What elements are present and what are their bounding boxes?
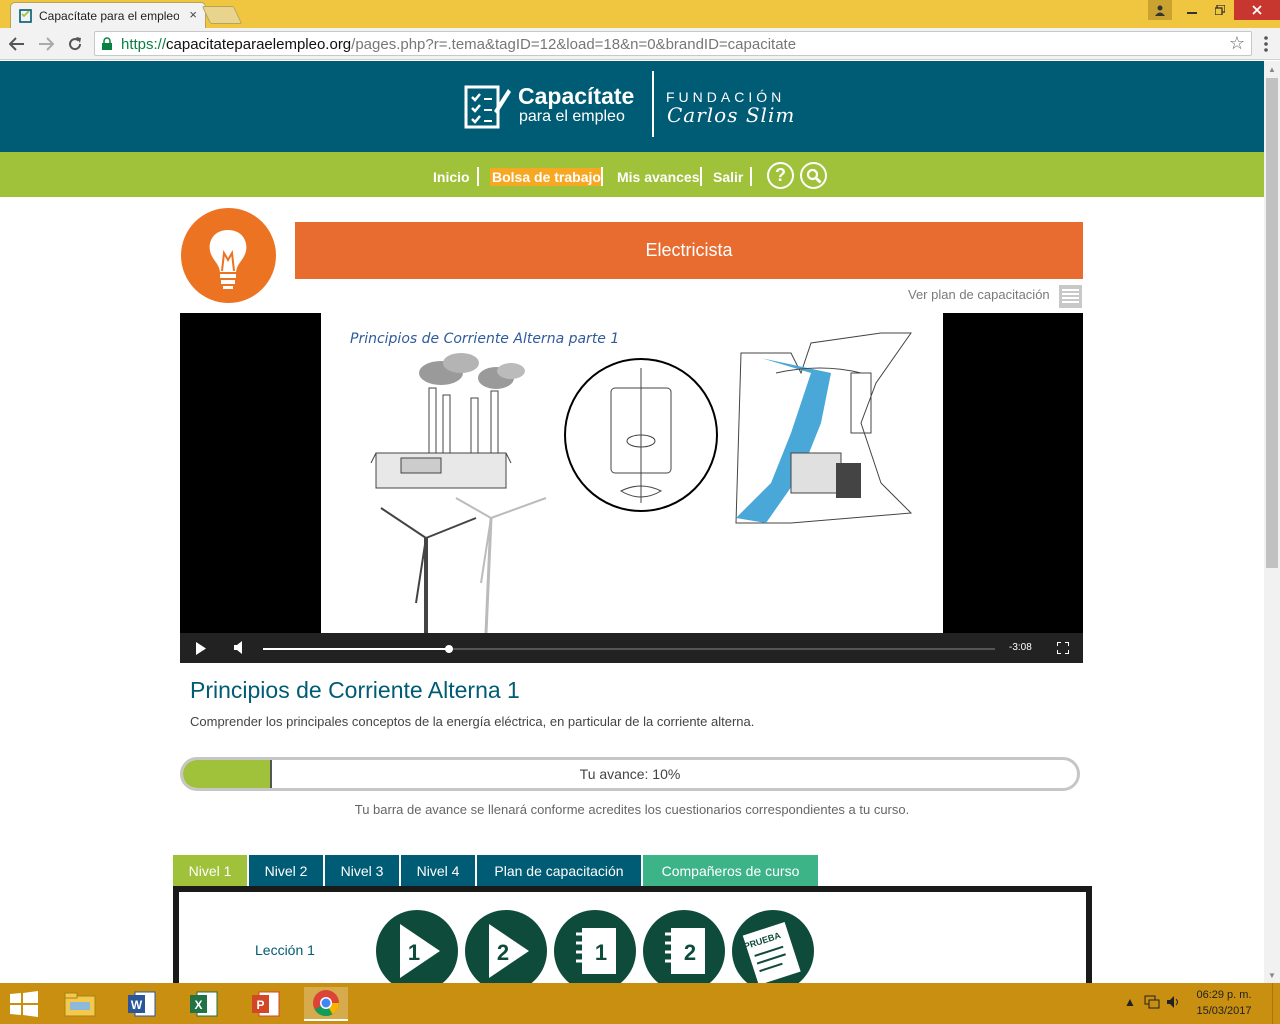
new-tab-button[interactable]	[201, 6, 243, 24]
nav-separator	[700, 167, 702, 186]
address-bar[interactable]: https://capacitateparaelempleo.org/pages…	[94, 31, 1252, 56]
nav-mis-avances[interactable]: Mis avances	[617, 169, 700, 185]
forward-icon[interactable]	[35, 33, 57, 55]
clock-time: 06:29 p. m.	[1196, 989, 1252, 1001]
tab-plan-de-capacitacion[interactable]: Plan de capacitación	[477, 855, 641, 886]
video-lesson-2-number: 2	[497, 940, 509, 965]
help-icon[interactable]: ?	[767, 162, 794, 189]
lock-icon	[102, 37, 112, 50]
main-nav: Inicio Bolsa de trabajo Mis avances Sali…	[0, 152, 1264, 197]
video-seek-bar[interactable]	[263, 645, 995, 653]
chrome-icon[interactable]	[304, 987, 348, 1021]
svg-text:P: P	[256, 998, 264, 1012]
list-menu-icon[interactable]	[1059, 285, 1082, 308]
page-scrollbar[interactable]: ▲ ▼	[1264, 61, 1280, 983]
video-played	[263, 648, 449, 650]
clock[interactable]: 06:29 p. m. 15/03/2017	[1196, 987, 1252, 1019]
browser-menu-icon[interactable]	[1258, 35, 1274, 53]
reload-icon[interactable]	[64, 33, 86, 55]
video-lesson-1-number: 1	[408, 940, 420, 965]
video-controls: -3:08	[180, 633, 1083, 663]
notebook-2-button[interactable]: 2	[643, 910, 725, 983]
speaker-icon[interactable]	[1166, 995, 1182, 1009]
search-icon[interactable]	[800, 162, 827, 189]
word-icon[interactable]: W	[120, 987, 164, 1021]
tab-nivel-3[interactable]: Nivel 3	[325, 855, 399, 886]
progress-label: Tu avance: 10%	[579, 766, 681, 782]
tab-title: Capacítate para el empleo	[39, 9, 179, 23]
nav-separator	[477, 167, 479, 186]
nav-salir[interactable]: Salir	[713, 169, 743, 185]
video-frame: Principios de Corriente Alterna parte 1	[321, 313, 943, 633]
scroll-down-icon[interactable]: ▼	[1264, 967, 1280, 983]
progress-bar: Tu avance: 10%	[180, 757, 1080, 791]
url-text: https://capacitateparaelempleo.org/pages…	[121, 36, 796, 53]
play-icon[interactable]	[195, 642, 207, 655]
notebook-2-number: 2	[684, 940, 696, 965]
power-generation-illustration	[370, 332, 913, 633]
brand-title: Capacítate	[518, 83, 635, 109]
windows-start-icon[interactable]	[10, 991, 38, 1017]
lightbulb-icon	[181, 208, 276, 303]
svg-text:W: W	[131, 998, 143, 1012]
show-desktop-button[interactable]	[1272, 983, 1280, 1024]
tab-close-icon[interactable]: ×	[189, 7, 197, 22]
notebook-1-number: 1	[595, 940, 607, 965]
checklist-logo-icon	[464, 85, 511, 129]
course-title: Electricista	[295, 222, 1083, 279]
file-explorer-icon[interactable]	[58, 987, 102, 1021]
browser-toolbar: https://capacitateparaelempleo.org/pages…	[0, 28, 1280, 60]
network-icon[interactable]	[1144, 995, 1160, 1009]
brand-subtitle: para el empleo	[519, 108, 625, 125]
scroll-thumb[interactable]	[1266, 78, 1278, 568]
video-lesson-1-button[interactable]: 1	[376, 910, 458, 983]
time-remaining: -3:08	[1009, 642, 1032, 653]
quiz-button[interactable]: PRUEBA	[732, 910, 814, 983]
nav-inicio[interactable]: Inicio	[433, 169, 470, 185]
windows-taskbar: W X P ▲ 06:29 p. m. 15/03/2017	[0, 983, 1280, 1024]
site-header: Capacítate para el empleo FUNDACIÓN Carl…	[0, 61, 1264, 152]
lesson-description: Comprender los principales conceptos de …	[190, 714, 755, 729]
notebook-1-button[interactable]: 1	[554, 910, 636, 983]
clock-date: 15/03/2017	[1196, 1005, 1252, 1017]
browser-titlebar: Capacítate para el empleo ×	[0, 0, 1280, 28]
fullscreen-icon[interactable]	[1057, 642, 1069, 654]
scroll-up-icon[interactable]: ▲	[1264, 61, 1280, 77]
url-scheme: https://	[121, 36, 167, 53]
video-lesson-2-button[interactable]: 2	[465, 910, 547, 983]
video-seek-handle[interactable]	[444, 645, 453, 653]
progress-note: Tu barra de avance se llenará conforme a…	[354, 802, 910, 817]
tab-nivel-4[interactable]: Nivel 4	[401, 855, 475, 886]
user-profile-icon[interactable]	[1148, 0, 1172, 20]
site-favicon-icon	[19, 9, 32, 23]
lesson-panel: Lección 1 1 2 1 2 PRUEBA	[173, 886, 1092, 983]
volume-icon[interactable]	[234, 641, 246, 654]
svg-text:X: X	[194, 998, 202, 1012]
url-host: capacitateparaelempleo.org	[166, 36, 352, 53]
nav-separator	[750, 167, 752, 186]
tab-nivel-1[interactable]: Nivel 1	[173, 855, 247, 886]
web-page: Capacítate para el empleo FUNDACIÓN Carl…	[0, 61, 1264, 983]
tab-companeros-de-curso[interactable]: Compañeros de curso	[643, 855, 818, 886]
brand-divider	[652, 71, 654, 137]
lesson-title: Principios de Corriente Alterna 1	[190, 677, 520, 703]
minimize-icon[interactable]	[1178, 0, 1206, 20]
url-path: /pages.php?r=.tema&tagID=12&load=18&n=0&…	[351, 36, 797, 53]
back-icon[interactable]	[6, 33, 28, 55]
close-window-icon[interactable]	[1234, 0, 1280, 20]
video-player[interactable]: Principios de Corriente Alterna parte 1	[180, 313, 1083, 663]
powerpoint-icon[interactable]: P	[244, 987, 288, 1021]
bookmark-star-icon[interactable]: ☆	[1229, 33, 1245, 54]
plan-link[interactable]: Ver plan de capacitación	[908, 287, 1050, 302]
tab-nivel-2[interactable]: Nivel 2	[249, 855, 323, 886]
browser-tab[interactable]: Capacítate para el empleo ×	[10, 2, 206, 28]
nav-bolsa-de-trabajo[interactable]: Bolsa de trabajo	[490, 168, 603, 186]
nav-separator	[601, 167, 603, 186]
tray-expand-icon[interactable]: ▲	[1124, 995, 1136, 1009]
excel-icon[interactable]: X	[182, 987, 226, 1021]
maximize-icon[interactable]	[1206, 0, 1234, 20]
lesson-label: Lección 1	[255, 942, 315, 958]
foundation-name-logo: Carlos Slim	[667, 103, 796, 127]
